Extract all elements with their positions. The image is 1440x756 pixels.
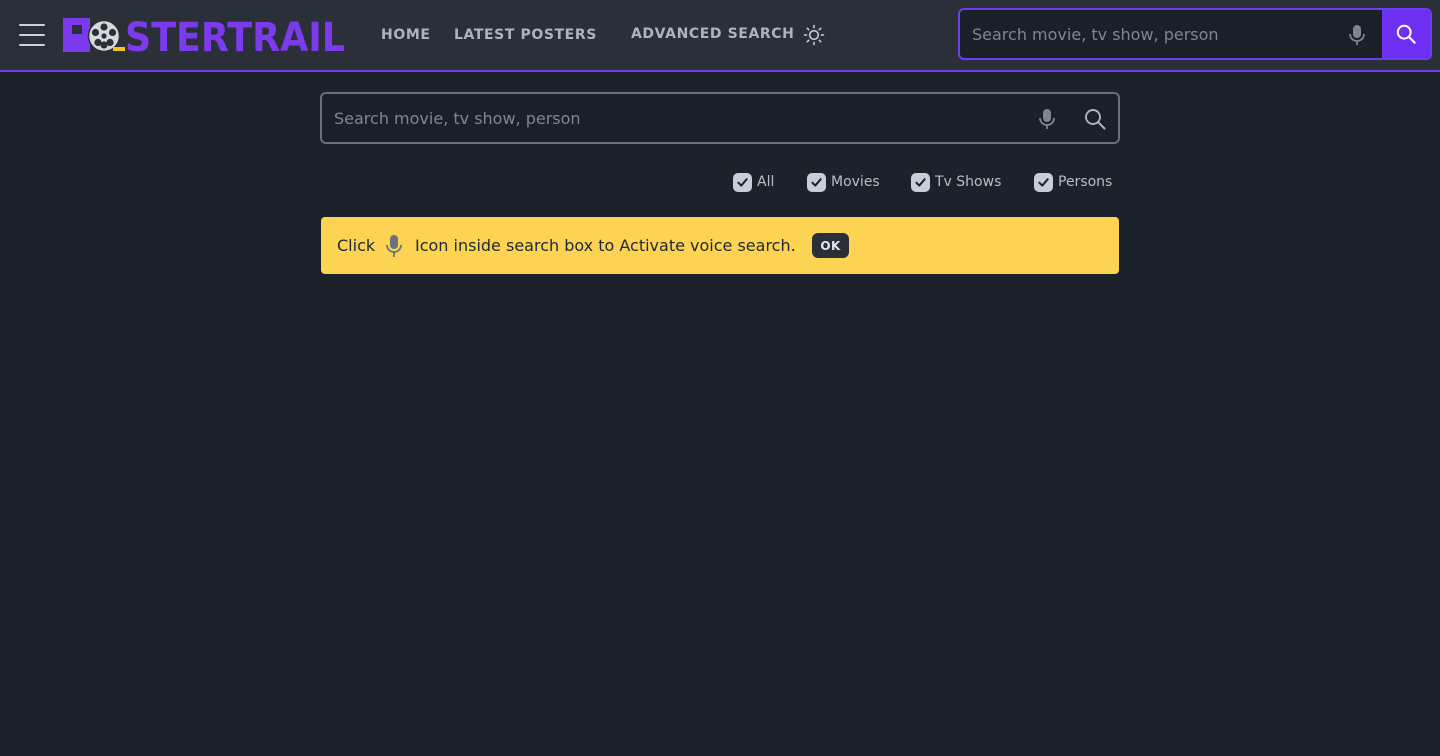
menu-icon[interactable] xyxy=(19,24,45,46)
alert-text-before: Click xyxy=(337,236,376,255)
microphone-icon[interactable] xyxy=(1347,24,1367,46)
filter-label: Tv Shows xyxy=(935,174,1002,190)
filter-movies-checkbox[interactable]: Movies xyxy=(807,172,880,192)
filter-label: Persons xyxy=(1058,174,1113,190)
alert-text-after: Icon inside search box to Activate voice… xyxy=(415,236,796,255)
checkmark-icon xyxy=(733,172,752,192)
filter-persons-checkbox[interactable]: Persons xyxy=(1034,172,1112,192)
filter-tv-shows-checkbox[interactable]: Tv Shows xyxy=(911,172,1001,192)
filter-label: All xyxy=(757,174,775,190)
checkmark-icon xyxy=(911,172,930,192)
header-search-box xyxy=(958,8,1432,60)
top-navbar: STERTRAIL HOME LATEST POSTERS ADVANCED S… xyxy=(0,0,1440,72)
main-search-box xyxy=(320,92,1120,144)
filter-label: Movies xyxy=(831,174,880,190)
logo-text: STERTRAIL xyxy=(125,17,345,53)
microphone-icon xyxy=(386,235,402,257)
search-icon[interactable] xyxy=(1084,108,1106,130)
checkmark-icon xyxy=(1034,172,1053,192)
checkmark-icon xyxy=(807,172,826,192)
nav-home-link[interactable]: HOME xyxy=(381,27,431,43)
microphone-icon[interactable] xyxy=(1037,108,1057,130)
search-icon xyxy=(1396,24,1416,44)
voice-search-alert: Click Icon inside search box to Activate… xyxy=(321,217,1119,274)
filter-all-checkbox[interactable]: All xyxy=(733,172,774,192)
main-search-input[interactable] xyxy=(334,94,1024,142)
header-search-input[interactable] xyxy=(972,10,1332,58)
alert-ok-button[interactable]: OK xyxy=(812,233,849,258)
film-reel-icon xyxy=(87,19,125,53)
sun-icon[interactable] xyxy=(803,24,825,46)
site-logo[interactable]: STERTRAIL xyxy=(63,17,345,53)
nav-advanced-search-link[interactable]: ADVANCED SEARCH xyxy=(631,26,794,42)
header-search-button[interactable] xyxy=(1382,10,1430,58)
nav-latest-posters-link[interactable]: LATEST POSTERS xyxy=(454,27,597,43)
